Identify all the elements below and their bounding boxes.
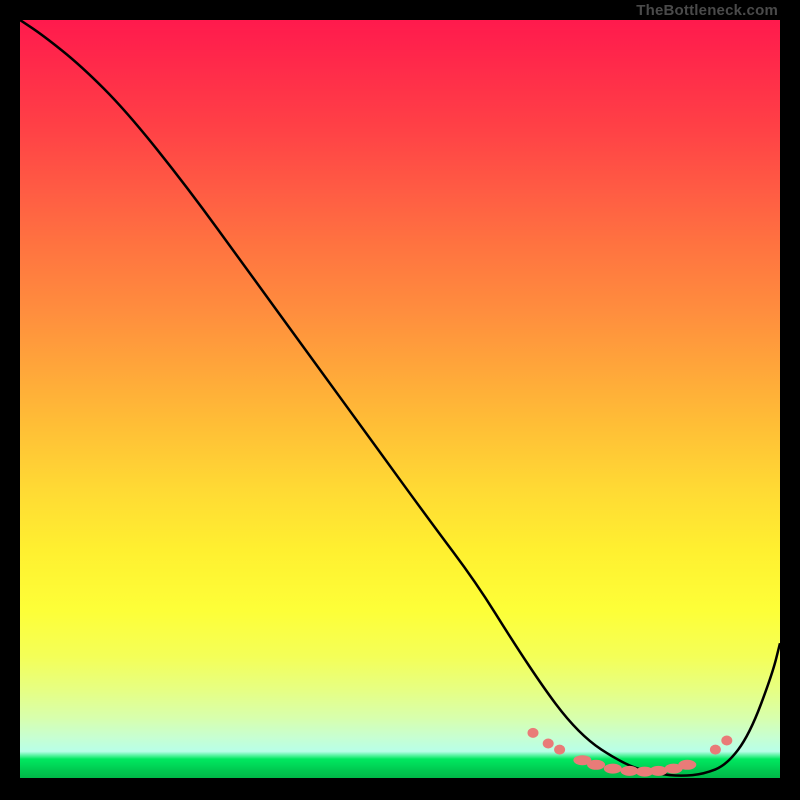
curve-marker [543,739,554,749]
curve-marker [604,764,622,774]
curve-marker [528,728,539,738]
curve-marker [587,760,605,770]
curve-line [20,20,780,776]
curve-marker [710,745,721,755]
watermark-text: TheBottleneck.com [636,2,778,19]
bottleneck-curve [20,20,780,780]
chart-frame: TheBottleneck.com [20,20,780,780]
curve-marker [649,766,667,776]
curve-marker [721,736,732,746]
curve-marker [678,760,696,770]
curve-marker [554,745,565,755]
